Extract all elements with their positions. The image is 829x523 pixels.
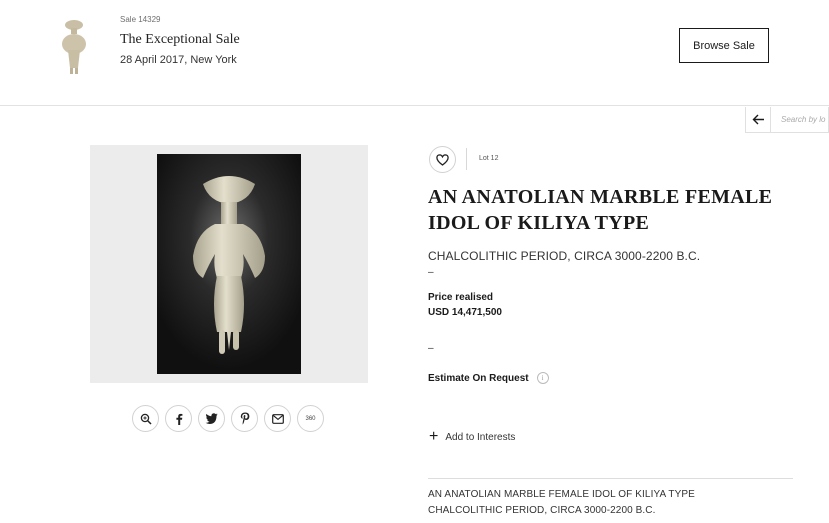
facebook-icon [175, 413, 182, 425]
description-period: CHALCOLITHIC PERIOD, CIRCA 3000-2200 B.C… [428, 505, 656, 516]
back-button[interactable] [746, 107, 771, 132]
search-input[interactable] [771, 107, 828, 132]
add-to-interests-button[interactable]: + Add to Interests [429, 428, 516, 445]
twitter-share-button[interactable] [198, 405, 225, 432]
sale-number: Sale 14329 [120, 15, 161, 24]
info-icon[interactable]: i [536, 372, 549, 384]
section-divider [428, 478, 793, 479]
email-icon [271, 413, 284, 424]
price-realised-value: USD 14,471,500 [428, 307, 502, 318]
favorite-button[interactable] [429, 146, 456, 173]
lot-image-panel [90, 145, 368, 383]
price-realised-label: Price realised [428, 292, 494, 303]
lot-subtitle: CHALCOLITHIC PERIOD, CIRCA 3000-2200 B.C… [428, 249, 701, 263]
browse-sale-button[interactable]: Browse Sale [679, 28, 769, 63]
separator-dash: – [428, 267, 434, 278]
facebook-share-button[interactable] [165, 405, 192, 432]
sale-thumbnail-idol-image[interactable] [55, 16, 93, 78]
lot-number: Lot 12 [479, 155, 499, 162]
zoom-icon [140, 413, 152, 425]
arrow-left-icon [752, 114, 764, 125]
share-toolbar: 360 [132, 405, 324, 432]
email-share-button[interactable] [264, 405, 291, 432]
360-view-button[interactable]: 360 [297, 405, 324, 432]
sale-date: 28 April 2017, New York [120, 54, 237, 66]
sale-title[interactable]: The Exceptional Sale [120, 32, 240, 48]
add-to-interests-label: Add to Interests [445, 431, 516, 443]
separator-dash: – [428, 343, 434, 354]
lot-divider [466, 148, 467, 170]
twitter-icon [205, 413, 218, 424]
description-title: AN ANATOLIAN MARBLE FEMALE IDOL OF KILIY… [428, 489, 695, 500]
zoom-button[interactable] [132, 405, 159, 432]
lot-main-image[interactable] [157, 154, 301, 374]
lot-title: AN ANATOLIAN MARBLE FEMALE IDOL OF KILIY… [428, 186, 773, 234]
estimate-label: Estimate On Request [428, 372, 529, 384]
360-view-icon: 360 [305, 415, 316, 422]
search-bar [745, 107, 829, 133]
pinterest-icon [240, 412, 249, 425]
pinterest-share-button[interactable] [231, 405, 258, 432]
plus-icon: + [429, 428, 439, 445]
estimate: Estimate On Request i [428, 372, 549, 384]
sale-header: Sale 14329 The Exceptional Sale 28 April… [0, 0, 829, 106]
heart-icon [436, 153, 449, 166]
